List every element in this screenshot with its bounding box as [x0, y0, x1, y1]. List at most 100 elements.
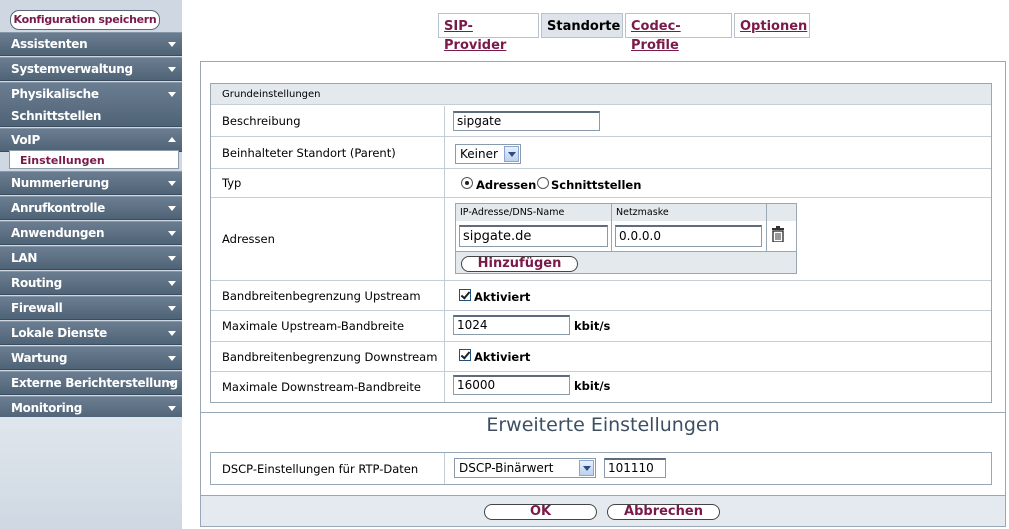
sidebar-item-physikalische-schnittstellen[interactable]: Physikalische Schnittstellen — [0, 82, 182, 127]
checkbox-downstream[interactable] — [459, 349, 471, 361]
column-header: Netzmaske — [616, 207, 669, 218]
column-divider — [611, 204, 612, 251]
row-dscp: DSCP-Einstellungen für RTP-Daten — [211, 453, 991, 484]
sidebar-item-anwendungen[interactable]: Anwendungen — [0, 221, 182, 245]
field-label: Bandbreitenbegrenzung Upstream — [211, 281, 445, 310]
sidebar-item-nummerierung[interactable]: Nummerierung — [0, 171, 182, 195]
footer-divider — [201, 495, 1005, 496]
sidebar-item-assistenten[interactable]: Assistenten — [0, 32, 182, 56]
tab-label: Standorte — [547, 19, 621, 34]
field-label: Maximale Upstream-Bandbreite — [211, 311, 445, 341]
sidebar-item-externe-berichterstellung[interactable]: Externe Berichterstellung — [0, 371, 182, 395]
checkbox-label: Aktiviert — [474, 350, 531, 364]
sidebar-item-label: Schnittstellen — [11, 109, 102, 123]
sidebar-item-systemverwaltung[interactable]: Systemverwaltung — [0, 57, 182, 81]
chevron-down-icon — [504, 146, 519, 162]
radio-schnittstellen[interactable] — [537, 177, 549, 189]
sidebar-item-wartung[interactable]: Wartung — [0, 346, 182, 370]
dscp-value-input[interactable]: 101110 — [604, 458, 666, 478]
tab-sip-provider[interactable]: SIP-Provider — [438, 13, 539, 53]
sidebar-item-lan[interactable]: LAN — [0, 246, 182, 270]
sidebar-item-label: Wartung — [11, 351, 68, 365]
advanced-settings-title: Erweiterte Einstellungen — [486, 414, 720, 436]
select-value: DSCP-Binärwert — [459, 461, 554, 475]
tab-label: Optionen — [740, 19, 808, 34]
unit-label: kbit/s — [574, 379, 611, 393]
chevron-down-icon — [168, 206, 176, 211]
tab-codec-profile[interactable]: Codec-Profile — [625, 13, 732, 53]
sidebar-item-label: Anrufkontrolle — [11, 201, 106, 215]
radio-label: Schnittstellen — [551, 178, 642, 192]
tab-standorte[interactable]: Standorte — [541, 13, 623, 38]
chevron-down-icon — [168, 406, 176, 411]
field-label: DSCP-Einstellungen für RTP-Daten — [211, 453, 445, 484]
sidebar-item-label: Firewall — [11, 301, 63, 315]
chevron-down-icon — [168, 381, 176, 386]
cancel-button[interactable]: Abbrechen — [607, 504, 720, 520]
chevron-down-icon — [168, 181, 176, 186]
chevron-down-icon — [168, 281, 176, 286]
dscp-select[interactable]: DSCP-Binärwert — [454, 458, 596, 478]
row-bw-upstream: Bandbreitenbegrenzung Upstream — [211, 281, 991, 311]
address-table: IP-Adresse/DNS-Name Netzmaske sipgate.de… — [455, 203, 797, 274]
add-address-button[interactable]: Hinzufügen — [461, 256, 578, 272]
sidebar-item-label: LAN — [11, 251, 38, 265]
field-label: Beschreibung — [211, 106, 445, 136]
sidebar-item-anrufkontrolle[interactable]: Anrufkontrolle — [0, 196, 182, 220]
section-divider — [201, 412, 1005, 413]
sidebar-item-voip[interactable]: VoIP — [0, 128, 182, 152]
tab-optionen[interactable]: Optionen — [734, 13, 810, 38]
ok-button[interactable]: OK — [484, 504, 597, 520]
netmask-input[interactable]: 0.0.0.0 — [615, 225, 762, 247]
row-beschreibung: Beschreibung — [211, 106, 991, 137]
chevron-up-icon — [168, 137, 176, 142]
column-divider — [766, 204, 767, 251]
chevron-down-icon — [168, 92, 176, 97]
sidebar-item-label: Monitoring — [11, 401, 82, 415]
checkbox-label: Aktiviert — [474, 290, 531, 304]
sidebar-item-label: Anwendungen — [11, 226, 105, 240]
sidebar-item-label: Systemverwaltung — [11, 62, 133, 76]
chevron-down-icon — [579, 460, 594, 476]
chevron-down-icon — [168, 331, 176, 336]
sidebar-item-lokale-dienste[interactable]: Lokale Dienste — [0, 321, 182, 345]
tab-label: Codec-Profile — [631, 19, 681, 53]
save-configuration-button[interactable]: Konfiguration speichern — [10, 10, 160, 30]
radio-adressen[interactable] — [461, 177, 473, 189]
max-downstream-input[interactable]: 16000 — [453, 375, 570, 395]
max-upstream-input[interactable]: 1024 — [453, 315, 570, 335]
field-label: Adressen — [211, 198, 445, 280]
sidebar-background — [0, 417, 182, 529]
chevron-down-icon — [168, 306, 176, 311]
column-header: IP-Adresse/DNS-Name — [460, 207, 565, 218]
parent-select[interactable]: Keiner — [455, 144, 521, 164]
sidebar-item-firewall[interactable]: Firewall — [0, 296, 182, 320]
sidebar-item-routing[interactable]: Routing — [0, 271, 182, 295]
field-label: Typ — [211, 169, 445, 197]
sidebar-item-label: Lokale Dienste — [11, 326, 107, 340]
description-input[interactable]: sipgate — [453, 111, 600, 131]
chevron-down-icon — [168, 42, 176, 47]
ip-address-input[interactable]: sipgate.de — [459, 225, 608, 247]
chevron-down-icon — [168, 256, 176, 261]
sidebar-item-label: Externe Berichterstellung — [11, 376, 178, 390]
sidebar-item-label: Nummerierung — [11, 176, 109, 190]
field-label: Beinhalteter Standort (Parent) — [211, 137, 445, 168]
row-parent: Beinhalteter Standort (Parent) — [211, 137, 991, 169]
field-label: Bandbreitenbegrenzung Downstream — [211, 342, 445, 371]
radio-label: Adressen — [476, 178, 537, 192]
sidebar-item-label: Physikalische — [11, 87, 99, 101]
field-label: Maximale Downstream-Bandbreite — [211, 372, 445, 402]
row-bw-downstream: Bandbreitenbegrenzung Downstream — [211, 342, 991, 372]
tab-label: SIP-Provider — [444, 19, 507, 53]
trash-icon[interactable] — [771, 226, 785, 243]
unit-label: kbit/s — [574, 319, 611, 333]
chevron-down-icon — [168, 356, 176, 361]
select-value: Keiner — [460, 147, 498, 161]
sidebar-item-label: Routing — [11, 276, 62, 290]
sidebar-subitem-einstellungen[interactable]: Einstellungen — [9, 150, 179, 169]
sidebar-item-label: Assistenten — [11, 37, 88, 51]
checkbox-upstream[interactable] — [459, 289, 471, 301]
chevron-down-icon — [168, 231, 176, 236]
section-header: Grundeinstellungen — [211, 84, 991, 105]
